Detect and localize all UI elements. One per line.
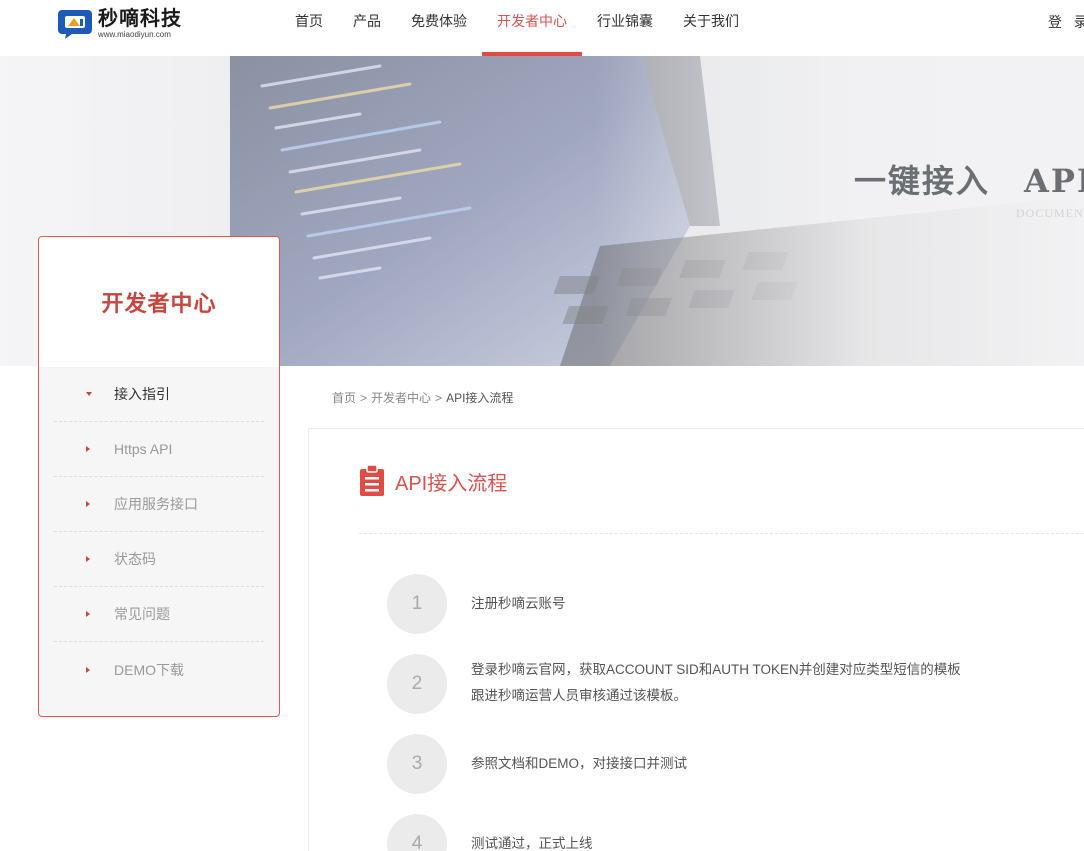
chevron-down-icon [86,392,92,396]
brand-name: 秒嘀科技 [98,8,182,30]
step-item: 2 登录秒嘀云官网，获取ACCOUNT SID和AUTH TOKEN并创建对应类… [387,654,961,714]
sidebar-item-access-guide[interactable]: 接入指引 [54,367,264,422]
main-nav: 首页 产品 免费体验 开发者中心 行业锦囊 关于我们 [280,0,754,56]
breadcrumb-developer-center[interactable]: 开发者中心 [371,391,431,405]
chevron-right-icon [86,556,90,562]
step-item: 1 注册秒嘀云账号 [387,574,566,634]
chevron-right-icon [86,446,90,452]
content-panel: API接入流程 1 注册秒嘀云账号 2 登录秒嘀云官网，获取ACCOUNT SI… [308,428,1084,851]
breadcrumb-separator: > [435,391,443,405]
sidebar-item-app-service-api[interactable]: 应用服务接口 [54,477,264,532]
sidebar-item-label: 状态码 [114,551,156,567]
login-link[interactable]: 登 录 [1048,12,1084,32]
step-text: 注册秒嘀云账号 [471,596,566,611]
step-text: 登录秒嘀云官网，获取ACCOUNT SID和AUTH TOKEN并创建对应类型短… [471,662,961,677]
step-item: 3 参照文档和DEMO，对接接口并测试 [387,734,687,794]
breadcrumb-current: API接入流程 [446,391,514,405]
step-number: 4 [387,814,447,851]
nav-item-home[interactable]: 首页 [280,0,338,56]
breadcrumb-separator: > [360,391,368,405]
divider [359,533,1084,534]
sidebar-item-label: 应用服务接口 [114,496,198,512]
sidebar-item-faq[interactable]: 常见问题 [54,587,264,642]
sidebar: 开发者中心 接入指引 Https API 应用服务接口 状态码 常见问题 DEM… [38,236,280,717]
sidebar-item-label: 接入指引 [114,386,170,402]
sidebar-item-status-codes[interactable]: 状态码 [54,532,264,587]
nav-item-industry-tips[interactable]: 行业锦囊 [582,0,668,56]
nav-item-products[interactable]: 产品 [338,0,396,56]
chevron-right-icon [86,611,90,617]
step-number: 3 [387,734,447,794]
nav-item-about-us[interactable]: 关于我们 [668,0,754,56]
clipboard-icon [360,465,384,496]
step-item: 4 测试通过，正式上线 [387,814,593,851]
brand-url: www.miaodiyun.com [98,30,171,39]
breadcrumb: 首页 > 开发者中心 > API接入流程 [332,389,513,406]
top-header: 秒嘀科技 www.miaodiyun.com 首页 产品 免费体验 开发者中心 … [0,0,1084,56]
chevron-right-icon [86,666,90,673]
sidebar-item-label: Https API [114,441,173,457]
step-number: 2 [387,654,447,714]
chevron-right-icon [86,501,90,507]
sidebar-title: 开发者中心 [101,291,217,317]
sidebar-item-https-api[interactable]: Https API [54,422,264,477]
breadcrumb-home[interactable]: 首页 [332,391,356,405]
sidebar-item-label: 常见问题 [114,606,170,622]
logo-icon [56,8,94,40]
step-number: 1 [387,574,447,634]
nav-item-developer-center[interactable]: 开发者中心 [482,0,582,56]
step-text: 测试通过，正式上线 [471,836,593,851]
step-text: 跟进秒嘀运营人员审核通过该模板。 [471,688,687,703]
nav-item-free-trial[interactable]: 免费体验 [396,0,482,56]
content-title: API接入流程 [395,472,508,495]
logo[interactable]: 秒嘀科技 www.miaodiyun.com [56,6,182,42]
step-text: 参照文档和DEMO，对接接口并测试 [471,756,687,771]
banner-title: 一键接入 API [854,162,1084,200]
banner-subtitle: DOCUMEN [1016,206,1084,220]
sidebar-item-label: DEMO下载 [114,661,184,678]
sidebar-item-demo-download[interactable]: DEMO下载 [54,642,264,697]
